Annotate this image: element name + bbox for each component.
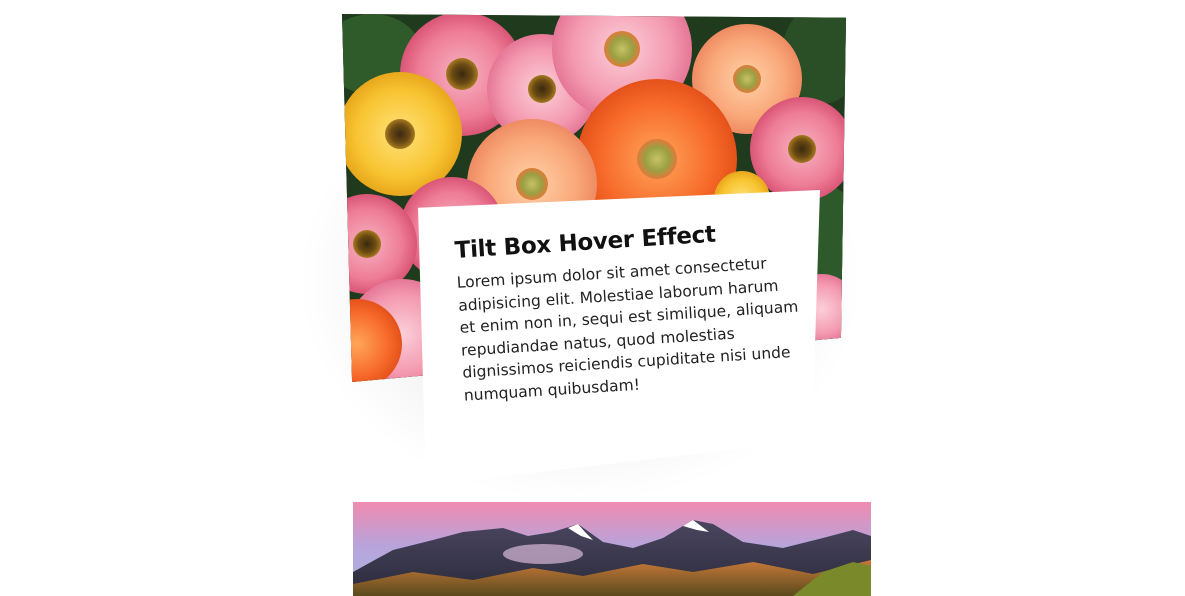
mountain-image[interactable] [353,502,871,596]
page-stage: Tilt Box Hover Effect Lorem ipsum dolor … [0,0,1185,596]
mountain-image-art [353,502,871,596]
text-card[interactable]: Tilt Box Hover Effect Lorem ipsum dolor … [418,190,820,485]
text-card-content: Tilt Box Hover Effect Lorem ipsum dolor … [454,217,804,407]
card-description: Lorem ipsum dolor sit amet consectetur a… [456,254,799,405]
